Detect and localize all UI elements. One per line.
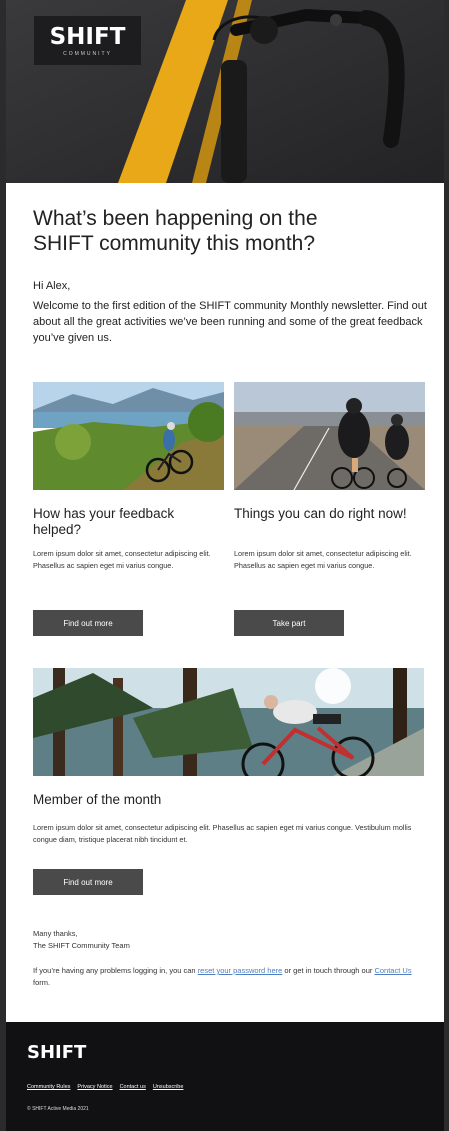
logo-subtitle: COMMUNITY <box>63 50 112 57</box>
signoff-line-1: Many thanks, <box>33 929 78 938</box>
reset-password-link[interactable]: reset your password here <box>198 966 283 975</box>
take-part-card-title: Things you can do right now! <box>234 506 407 521</box>
login-help-text: If you’re having any problems logging in… <box>33 965 418 989</box>
hero-banner: SHIFT COMMUNITY <box>6 0 444 183</box>
member-find-out-more-button[interactable]: Find out more <box>33 869 143 895</box>
brand-logo[interactable]: SHIFT COMMUNITY <box>34 16 141 65</box>
page-title: What’s been happening on the SHIFT commu… <box>33 206 413 256</box>
take-part-card-image <box>234 382 425 490</box>
login-help-text-start: If you’re having any problems logging in… <box>33 966 198 975</box>
signoff-line-2: The SHIFT Community Team <box>33 941 130 950</box>
footer-link-unsubscribe[interactable]: Unsubscribe <box>153 1084 184 1090</box>
member-of-month-image <box>33 668 424 776</box>
copyright: © SHIFT Active Media 2021 <box>27 1106 89 1112</box>
take-part-card-body: Lorem ipsum dolor sit amet, consectetur … <box>234 549 412 570</box>
feedback-card-title: How has your feedback helped? <box>33 506 175 537</box>
email-frame: SHIFT COMMUNITY What’s been happening on… <box>6 0 444 1131</box>
greeting: Hi Alex, <box>33 280 71 292</box>
footer-links: Community Rules Privacy Notice Contact u… <box>27 1084 183 1090</box>
headline-line-1: What’s been happening on the <box>33 207 318 230</box>
feedback-card-body: Lorem ipsum dolor sit amet, consectetur … <box>33 549 211 570</box>
footer-link-community-rules[interactable]: Community Rules <box>27 1084 70 1090</box>
signoff: Many thanks, The SHIFT Community Team <box>33 928 130 952</box>
take-part-button[interactable]: Take part <box>234 610 344 636</box>
login-help-text-end: form. <box>33 978 51 987</box>
footer-logo[interactable]: SHIFT <box>27 1042 86 1063</box>
intro-paragraph: Welcome to the first edition of the SHIF… <box>33 300 427 344</box>
feedback-find-out-more-button[interactable]: Find out more <box>33 610 143 636</box>
member-of-month-body: Lorem ipsum dolor sit amet, consectetur … <box>33 823 412 844</box>
footer-link-privacy-notice[interactable]: Privacy Notice <box>77 1084 112 1090</box>
feedback-card-image <box>33 382 224 490</box>
footer: SHIFT Community Rules Privacy Notice Con… <box>6 1022 444 1131</box>
login-help-text-middle: or get in touch through our <box>282 966 375 975</box>
footer-link-contact-us[interactable]: Contact us <box>120 1084 146 1090</box>
headline-line-2: SHIFT community this month? <box>33 232 316 255</box>
logo-wordmark: SHIFT <box>49 23 126 50</box>
contact-us-link[interactable]: Contact Us <box>374 966 411 975</box>
member-of-month-title: Member of the month <box>33 792 162 807</box>
